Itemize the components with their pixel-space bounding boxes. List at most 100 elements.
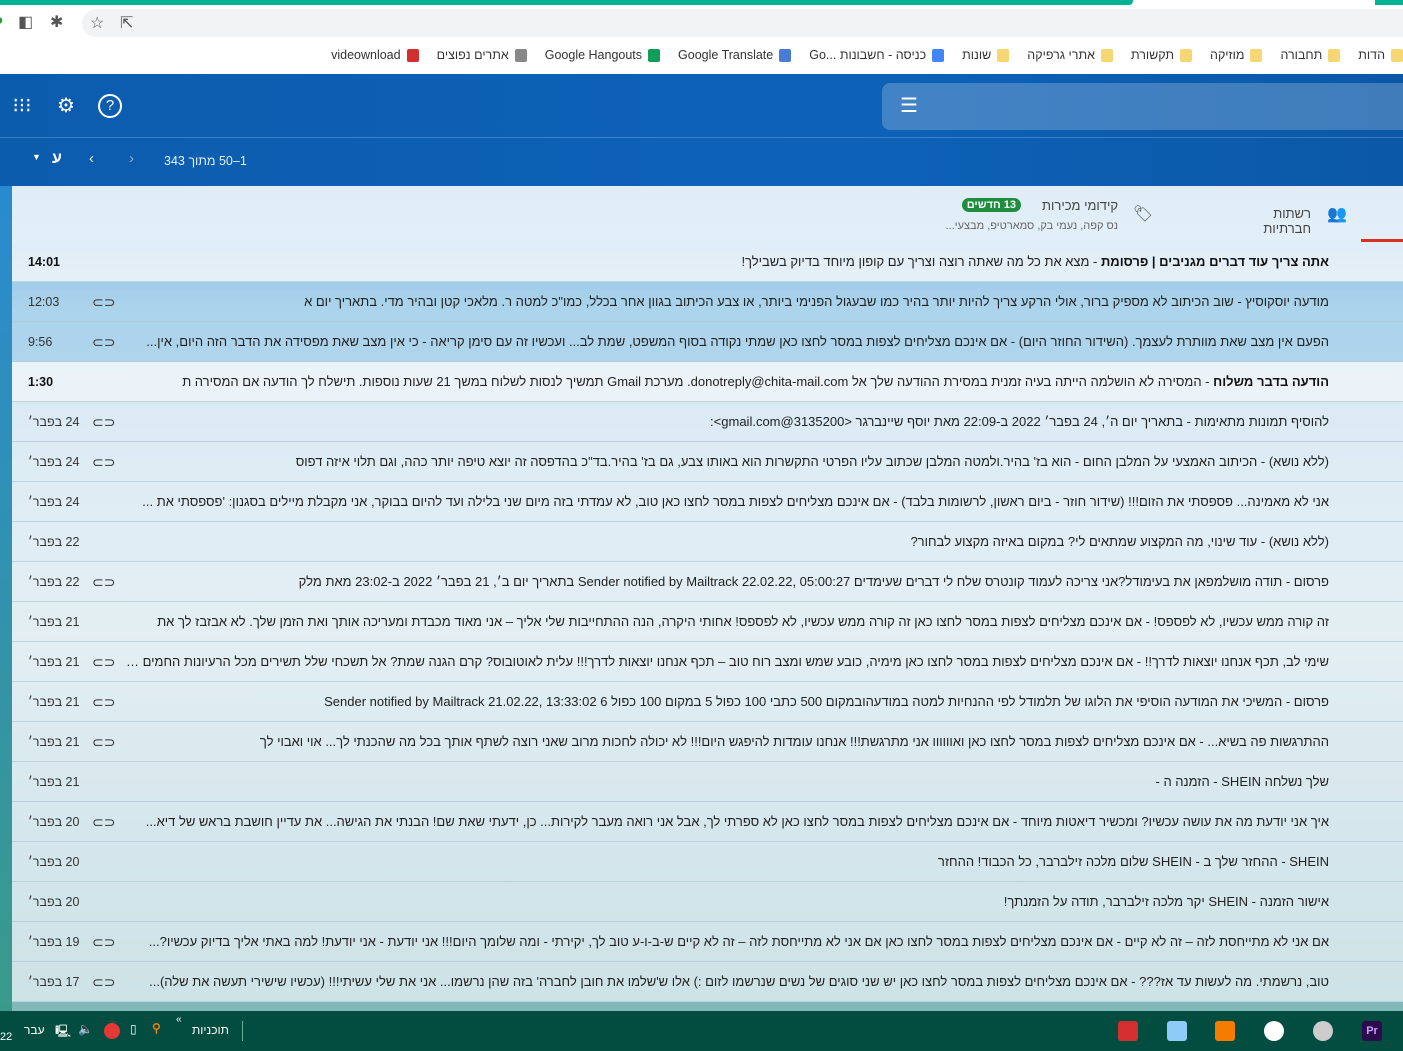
extensions-icon[interactable]: ✱ xyxy=(50,12,63,32)
bookmark-icon xyxy=(1391,49,1403,63)
email-row[interactable]: 21 בפבר׳ זה קורה ממש עכשיו, לא לפספס! - א… xyxy=(12,602,1403,642)
attachment-icon: ⊂⊃ xyxy=(92,454,116,470)
attachment-icon: ⊂⊃ xyxy=(92,294,116,310)
email-text: להוסיף תמונות מתאימות - בתאריך יום ה׳, 2… xyxy=(710,414,1329,429)
bookmark-label: תחבורה xyxy=(1280,47,1323,62)
download-app-icon[interactable] xyxy=(1118,1021,1138,1041)
sidebar-toggle-icon[interactable]: ◧ xyxy=(18,12,33,32)
bookmark-item[interactable]: אתרי גרפיקה xyxy=(1027,47,1113,63)
email-text: מודעה יוסקוסיץ - שוב הכיתוב לא מספיק ברו… xyxy=(304,294,1329,309)
search-bar[interactable]: ☰ xyxy=(882,83,1403,130)
media-player-icon[interactable] xyxy=(1215,1021,1235,1041)
email-text: (ללא נושא) - הכיתוב האמצעי על המלבן החום… xyxy=(295,454,1329,469)
app-icon[interactable] xyxy=(1264,1021,1284,1041)
email-row[interactable]: 9:56 ⊂⊃ הפעם אין מצב שאת מוותרת לעצמך. (הש… xyxy=(12,322,1403,362)
email-date: 21 בפבר׳ xyxy=(28,695,80,709)
email-date: 22 בפבר׳ xyxy=(28,575,80,589)
attachment-icon: ⊂⊃ xyxy=(92,814,116,830)
lang-dropdown-icon[interactable]: ▼ xyxy=(32,152,41,162)
volume-icon[interactable]: 🔈 xyxy=(78,1022,93,1036)
email-row[interactable]: 24 בפבר׳ אני לא מאמינה... פספסתי את הזום!… xyxy=(12,482,1403,522)
clock: 22 xyxy=(0,1031,13,1043)
email-snippet: הכיתוב האמצעי על המלבן החום - הוא בז' בה… xyxy=(295,454,1258,469)
email-row[interactable]: 1:30 הודעה בדבר משלוח - המסירה לא הושלמה … xyxy=(12,362,1403,402)
input-tools-button[interactable]: ע xyxy=(52,150,62,168)
email-row[interactable]: 20 בפבר׳ SHEIN - ההחזר שלך ב - SHEIN שלום… xyxy=(12,842,1403,882)
email-snippet: אם אינכם מצליחים לצפות במסר לחצו כאן שמת… xyxy=(146,334,1008,349)
email-list: 14:01 אתה צריך עוד דברים מגניבים | פרסומת… xyxy=(12,242,1403,1002)
email-row[interactable]: 22 בפבר׳ (ללא נושא) - עוד שינוי, מה המקצו… xyxy=(12,522,1403,562)
bookmark-item[interactable]: אתרים נפוצים xyxy=(437,48,527,63)
usb-icon[interactable]: ▯ xyxy=(130,1022,137,1036)
email-row[interactable]: 20 בפבר׳ אישור הזמנה - SHEIN יקר מלכה זיל… xyxy=(12,882,1403,922)
email-subject: זה קורה ממש עכשיו, לא לפספס! xyxy=(1153,614,1329,629)
apps-grid-icon[interactable]: ⁝⁝⁝ xyxy=(10,94,34,118)
email-subject: SHEIN - ההחזר שלך ב xyxy=(1203,854,1329,869)
snipping-tool-icon[interactable] xyxy=(1313,1021,1333,1041)
address-bar[interactable]: ☆ ⇱ xyxy=(82,9,1403,37)
help-icon[interactable]: ? xyxy=(98,94,122,118)
tray-app-icon[interactable] xyxy=(104,1023,120,1039)
email-row[interactable]: 21 בפבר׳ ⊂⊃ פרסום - המשיכי את המודעה הוסיפ… xyxy=(12,682,1403,722)
taskbar: 22 עבר 🖳 🔈 ▯ ⚲ « תוכניות Pr xyxy=(0,1011,1403,1051)
star-icon[interactable]: ☆ xyxy=(90,13,104,33)
bookmark-item[interactable]: תקשורת xyxy=(1131,48,1193,63)
tag-icon: 🏷 xyxy=(1132,206,1153,223)
programs-toolbar[interactable]: תוכניות xyxy=(192,1023,229,1037)
bookmark-label: שונות xyxy=(962,47,992,62)
bookmark-item[interactable]: Google Translate xyxy=(678,48,792,63)
bookmark-label: הדות xyxy=(1358,47,1385,62)
email-snippet: אם אינכם מצליחים לצפות במסר לחצו כאן אם … xyxy=(148,934,1114,949)
share-icon[interactable]: ⇱ xyxy=(120,13,133,33)
bookmark-item[interactable]: תחבורה xyxy=(1280,47,1341,63)
email-text: שימי לב, תכף אנחנו יוצאות לדרך!! - אם אי… xyxy=(122,642,1329,682)
email-row[interactable]: 21 בפבר׳ ⊂⊃ ההתרגשות פה בשיא... - אם אינכם… xyxy=(12,722,1403,762)
newer-button[interactable]: ‹ xyxy=(89,150,94,167)
tab-social[interactable]: 👥 רשתות חברתיות xyxy=(1228,186,1403,242)
chrome-icon: ● xyxy=(0,12,4,30)
email-date: 24 בפבר׳ xyxy=(28,415,80,429)
email-row[interactable]: 17 בפבר׳ ⊂⊃ טוב, נרשמתי. מה לעשות עד אז???… xyxy=(12,962,1403,1002)
email-text: שלך נשלחה SHEIN - הזמנה ה - xyxy=(1155,774,1329,789)
search-options-icon[interactable]: ☰ xyxy=(900,93,918,118)
email-row[interactable]: 19 בפבר׳ ⊂⊃ אם אני לא מתייחסת לזה – זה לא … xyxy=(12,922,1403,962)
email-date: 20 בפבר׳ xyxy=(28,895,80,909)
email-subject: הפעם אין מצב שאת מוותרת לעצמך. (השידור ה… xyxy=(1018,334,1329,349)
older-button[interactable]: › xyxy=(129,150,134,167)
email-row[interactable]: 12:03 ⊂⊃ מודעה יוסקוסיץ - שוב הכיתוב לא מס… xyxy=(12,282,1403,322)
email-text: הודעה בדבר משלוח - המסירה לא הושלמה היית… xyxy=(182,374,1329,389)
bookmark-label: אתרי גרפיקה xyxy=(1027,47,1095,62)
loading-bar xyxy=(0,0,1133,5)
email-text: איך אני יודעת מה את עושה עכשיו? ומכשיר ד… xyxy=(145,814,1329,829)
bookmark-item[interactable]: הדות xyxy=(1358,47,1403,63)
search-tray-icon[interactable]: ⚲ xyxy=(152,1021,161,1035)
email-date: 24 בפבר׳ xyxy=(28,495,80,509)
premiere-pro-icon[interactable]: Pr xyxy=(1362,1021,1382,1041)
email-row[interactable]: 20 בפבר׳ ⊂⊃ איך אני יודעת מה את עושה עכשיו… xyxy=(12,802,1403,842)
email-subject: איך אני יודעת מה את עושה עכשיו? ומכשיר ד… xyxy=(1020,814,1329,829)
email-text: אישור הזמנה - SHEIN יקר מלכה זילברבר, תו… xyxy=(1003,894,1329,909)
expand-tray-icon[interactable]: « xyxy=(176,1014,182,1025)
email-row[interactable]: 22 בפבר׳ ⊂⊃ פרסום - תודה מושלמפאן את בעימו… xyxy=(12,562,1403,602)
bookmark-item[interactable]: שונות xyxy=(962,47,1010,63)
bookmark-item[interactable]: videownload xyxy=(331,48,419,63)
language-indicator[interactable]: עבר xyxy=(24,1023,45,1037)
network-icon[interactable]: 🖳 xyxy=(55,1022,71,1043)
calculator-app-icon[interactable] xyxy=(1167,1021,1187,1041)
email-row[interactable]: 21 בפבר׳ שלך נשלחה SHEIN - הזמנה ה - xyxy=(12,762,1403,802)
new-count-badge: 13 חדשים xyxy=(961,198,1021,212)
attachment-icon: ⊂⊃ xyxy=(92,934,116,950)
email-date: 21 בפבר׳ xyxy=(28,655,80,669)
email-snippet: אם אינכם מצליחים לצפות במסר לחצו כאן לא … xyxy=(145,814,1010,829)
bookmark-item[interactable]: מוזיקה xyxy=(1210,48,1263,63)
email-date: 14:01 xyxy=(28,255,60,269)
email-row[interactable]: 24 בפבר׳ ⊂⊃ להוסיף תמונות מתאימות - בתאריך… xyxy=(12,402,1403,442)
email-row[interactable]: 14:01 אתה צריך עוד דברים מגניבים | פרסומת… xyxy=(12,242,1403,282)
bookmark-icon xyxy=(932,49,945,63)
bookmark-item[interactable]: כניסה - חשבונות ...Go xyxy=(809,48,945,63)
tab-promotions[interactable]: 🏷 קידומי מכירות 13 חדשים נס קפה, נעמי בק… xyxy=(823,186,1153,242)
bookmark-item[interactable]: Google Hangouts xyxy=(545,48,661,63)
settings-gear-icon[interactable]: ⚙ xyxy=(54,94,78,118)
email-row[interactable]: 21 בפבר׳ ⊂⊃ שימי לב, תכף אנחנו יוצאות לדרך… xyxy=(12,642,1403,682)
email-row[interactable]: 24 בפבר׳ ⊂⊃ (ללא נושא) - הכיתוב האמצעי על … xyxy=(12,442,1403,482)
